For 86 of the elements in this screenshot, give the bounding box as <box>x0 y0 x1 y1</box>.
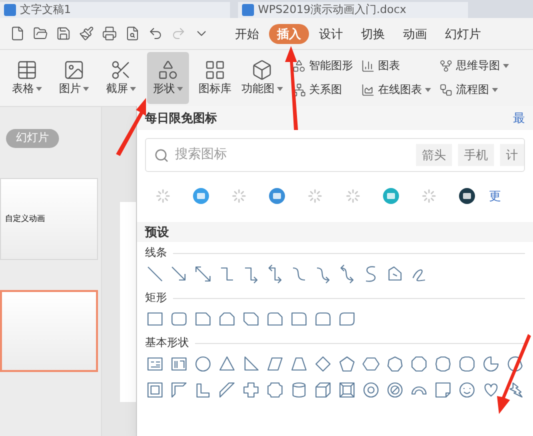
slide-thumbnail[interactable]: 自定义动画 <box>0 178 98 260</box>
menu-tab[interactable]: 设计 <box>311 24 351 44</box>
slide-thumbnail[interactable] <box>0 290 98 372</box>
ribbon-button[interactable]: 流程图 <box>439 80 509 100</box>
free-icon[interactable] <box>459 188 475 204</box>
basic-shape-icon[interactable] <box>217 380 237 400</box>
basic-shape-icon[interactable] <box>505 354 525 374</box>
more-link[interactable]: 更 <box>489 187 501 205</box>
menu-tab[interactable]: 幻灯片 <box>437 24 489 44</box>
ribbon-button[interactable]: 图片 <box>53 52 95 104</box>
tag-chip[interactable]: 箭头 <box>416 144 452 166</box>
basic-shape-icon[interactable] <box>409 354 429 374</box>
loading-icon <box>307 188 323 204</box>
recent-link[interactable]: 最 <box>513 109 525 127</box>
section-heading: 矩形 <box>145 290 167 306</box>
slides-label: 幻灯片 <box>6 129 59 148</box>
search-input[interactable]: 搜索图标 <box>175 145 410 165</box>
chart-icon <box>361 83 375 97</box>
slide-title: 自定义动画 <box>5 212 45 224</box>
shapes-icon <box>292 59 306 73</box>
menu-tab[interactable]: 动画 <box>395 24 435 44</box>
basic-shape-icon[interactable] <box>313 354 333 374</box>
basic-shape-icon[interactable] <box>337 354 357 374</box>
annotation-arrow <box>116 98 146 156</box>
loading-icon <box>155 188 171 204</box>
basic-shape-icon[interactable] <box>433 380 453 400</box>
menu-tab[interactable]: 开始 <box>227 24 267 44</box>
search-field[interactable]: 搜索图标 箭头 手机 计 <box>145 138 525 172</box>
basic-shape-icon[interactable] <box>457 354 477 374</box>
loading-icon <box>231 188 247 204</box>
save-icon[interactable] <box>56 26 71 41</box>
basic-shape-icon[interactable] <box>169 380 189 400</box>
ribbon-button[interactable]: 表格 <box>6 52 48 104</box>
ribbon-button[interactable]: 图标库 <box>194 52 236 104</box>
ribbon-button[interactable]: 形状 <box>147 52 189 104</box>
ribbon-button[interactable]: 功能图 <box>241 52 283 104</box>
ribbon-button[interactable]: 在线图表 <box>361 80 431 100</box>
section-heading: 线条 <box>145 244 167 261</box>
bar-chart-icon <box>361 59 375 73</box>
tag-chip[interactable]: 手机 <box>458 144 494 166</box>
network-icon <box>292 83 306 97</box>
loading-icon <box>421 188 437 204</box>
fork-icon <box>439 59 453 73</box>
new-file-icon[interactable] <box>10 26 25 41</box>
basic-shape-icon[interactable] <box>241 380 261 400</box>
basic-shape-icon[interactable] <box>385 354 405 374</box>
basic-shape-icon[interactable] <box>361 380 381 400</box>
preset-heading: 预设 <box>145 224 169 241</box>
document-icon <box>242 4 254 16</box>
basic-shape-icon[interactable] <box>433 354 453 374</box>
workflow-icon <box>439 83 453 97</box>
paintbrush-icon[interactable] <box>79 26 94 41</box>
panel-title: 每日限免图标 <box>145 110 217 127</box>
loading-icon <box>345 188 361 204</box>
document-tab[interactable]: 文字文稿1 <box>0 2 230 18</box>
ribbon-button[interactable]: 截屏 <box>100 52 142 104</box>
ribbon-button[interactable]: 思维导图 <box>439 56 509 76</box>
shapes-icon <box>157 58 179 81</box>
document-tab[interactable]: WPS2019演示动画入门.docx <box>238 2 468 18</box>
basic-shape-icon[interactable] <box>457 380 477 400</box>
basic-shape-icon[interactable] <box>265 380 285 400</box>
ribbon-button[interactable]: 智能图形 <box>292 56 353 76</box>
document-icon <box>4 4 16 16</box>
printer-icon[interactable] <box>102 26 117 41</box>
box-icon <box>251 58 273 81</box>
basic-shape-icon[interactable] <box>481 354 501 374</box>
line-shape-icon[interactable] <box>193 264 213 284</box>
ribbon-button[interactable]: 图表 <box>361 56 431 76</box>
section-heading: 基本形状 <box>145 334 189 351</box>
basic-shape-icon[interactable] <box>313 380 333 400</box>
table-icon <box>16 58 38 81</box>
grid-icon <box>204 58 226 81</box>
undo-icon[interactable] <box>148 26 163 41</box>
scissors-icon <box>110 58 132 81</box>
line-shape-icon[interactable] <box>145 264 165 284</box>
search-icon <box>154 148 169 162</box>
basic-shape-icon[interactable] <box>145 380 165 400</box>
folder-icon[interactable] <box>33 26 48 41</box>
ribbon-button[interactable]: 关系图 <box>292 80 353 100</box>
preview-icon[interactable] <box>125 26 140 41</box>
basic-shape-icon[interactable] <box>385 380 405 400</box>
menu-tab[interactable]: 切换 <box>353 24 393 44</box>
image-icon <box>63 58 85 81</box>
basic-shape-icon[interactable] <box>193 354 213 374</box>
tag-chip[interactable]: 计 <box>500 144 524 166</box>
basic-shape-icon[interactable] <box>337 380 357 400</box>
